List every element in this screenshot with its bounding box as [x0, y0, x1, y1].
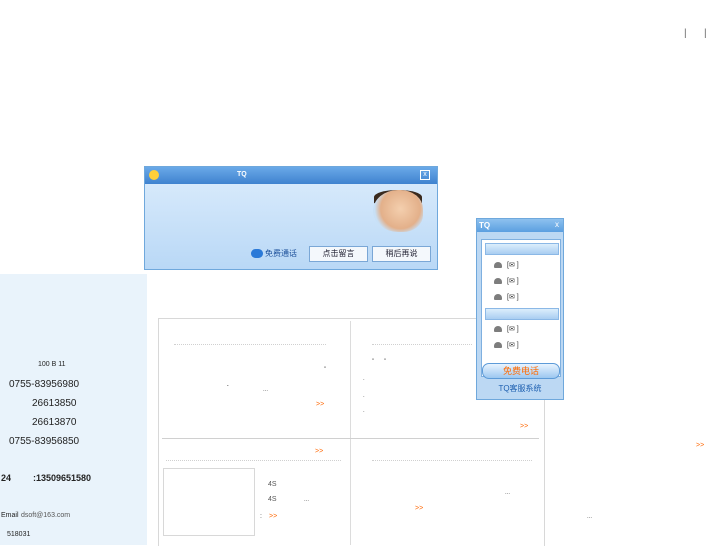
- widget-title: TQ: [479, 221, 491, 230]
- agent-list: [✉ ] [✉ ] [✉ ] [✉ ] [✉ ]: [481, 239, 561, 377]
- ellipsis: ...: [505, 490, 511, 496]
- contact-phone: 26613850: [32, 398, 77, 409]
- tq-side-widget: TQ x [✉ ] [✉ ] [✉ ] [✉ ] [✉ ] 免费电话 TQ客服系…: [476, 218, 564, 400]
- news-mark: ": [324, 367, 327, 373]
- person-icon: [494, 262, 502, 269]
- agent-mail: [✉ ]: [507, 342, 519, 349]
- ellipsis: ...: [587, 514, 593, 520]
- person-icon: [494, 326, 502, 333]
- widget-footer[interactable]: TQ客服系统: [477, 383, 563, 394]
- more-link[interactable]: >>: [269, 513, 277, 520]
- dotted-rule: [174, 344, 326, 345]
- agent-row[interactable]: [✉ ]: [494, 277, 519, 285]
- email-label: Email: [1, 512, 19, 519]
- dotted-rule: [372, 460, 532, 461]
- free-call-label: 免费通话: [265, 249, 297, 258]
- column-divider: [350, 321, 351, 545]
- email-link[interactable]: dsoft@163.com: [21, 512, 70, 519]
- news-mark: ": [384, 359, 387, 365]
- more-link[interactable]: >>: [696, 442, 704, 449]
- person-icon: [494, 294, 502, 301]
- item-text: 4S: [268, 496, 277, 503]
- widget-header: TQ x: [477, 219, 563, 232]
- popup-title: TQ: [237, 171, 247, 178]
- ellipsis: ...: [304, 497, 310, 503]
- news-mark: .: [363, 408, 365, 414]
- hotline-number: :13509651580: [33, 473, 92, 483]
- contact-fax: 0755-83956850: [9, 436, 80, 447]
- agent-row[interactable]: [✉ ]: [494, 341, 519, 349]
- dotted-rule: [166, 460, 341, 461]
- top-separator: |: [684, 28, 687, 39]
- agent-mail: [✉ ]: [507, 294, 519, 301]
- agent-row[interactable]: [✉ ]: [494, 293, 519, 301]
- contact-panel: 100 B 11 0755-83956980 26613850 26613870…: [0, 274, 147, 545]
- item-text: :: [260, 513, 262, 520]
- news-mark: .: [227, 382, 229, 388]
- item-text: 4S: [268, 481, 277, 488]
- leave-message-button[interactable]: 点击留言: [309, 246, 368, 262]
- group-bar[interactable]: [485, 243, 559, 255]
- popup-titlebar: TQ x: [145, 167, 437, 184]
- dotted-rule: [372, 344, 472, 345]
- hotline-prefix: 24: [1, 473, 12, 483]
- news-mark: ": [372, 359, 375, 365]
- more-link[interactable]: >>: [315, 448, 323, 455]
- tq-logo-icon: [149, 170, 159, 180]
- later-button[interactable]: 稍后再说: [372, 246, 431, 262]
- person-icon: [494, 278, 502, 285]
- more-link[interactable]: >>: [415, 505, 423, 512]
- free-phone-button[interactable]: 免费电话: [482, 363, 560, 379]
- contact-address: 100 B 11: [38, 361, 66, 368]
- news-mark: .: [363, 376, 365, 382]
- agent-avatar: [373, 190, 423, 232]
- row-divider: [162, 438, 539, 439]
- contact-phone: 26613870: [32, 417, 77, 428]
- person-icon: [494, 342, 502, 349]
- thumbnail-image[interactable]: [163, 468, 255, 536]
- news-mark: .: [363, 393, 365, 399]
- agent-mail: [✉ ]: [507, 262, 519, 269]
- more-link[interactable]: >>: [316, 401, 324, 408]
- close-icon[interactable]: x: [555, 220, 559, 229]
- free-call-link[interactable]: 免费通话: [251, 248, 297, 259]
- contact-phone: 0755-83956980: [9, 379, 80, 390]
- agent-mail: [✉ ]: [507, 326, 519, 333]
- agent-mail: [✉ ]: [507, 278, 519, 285]
- postcode: 518031: [7, 531, 31, 538]
- agent-row[interactable]: [✉ ]: [494, 261, 519, 269]
- ellipsis: ...: [263, 387, 269, 393]
- more-link[interactable]: >>: [520, 423, 528, 430]
- close-icon[interactable]: x: [420, 170, 430, 180]
- phone-icon: [251, 249, 263, 259]
- agent-row[interactable]: [✉ ]: [494, 325, 519, 333]
- top-separator: |: [704, 28, 707, 39]
- group-bar[interactable]: [485, 308, 559, 320]
